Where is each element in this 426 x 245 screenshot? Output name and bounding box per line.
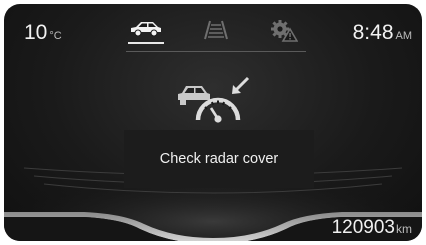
temperature-value: 10 (24, 21, 48, 44)
tab-lane-assist[interactable] (196, 20, 236, 46)
vehicle-settings-warning-icon (271, 20, 298, 42)
active-tab-indicator (128, 42, 164, 44)
display-bezel: 10 °C 8:48 AM Check radar cover 120903km (0, 0, 426, 245)
car-icon (131, 22, 161, 37)
lane-icon (204, 20, 228, 40)
temperature-unit: °C (49, 30, 62, 42)
clock: 8:48 AM (353, 21, 412, 45)
warning-message-panel: Check radar cover (124, 130, 314, 188)
clock-period: AM (395, 30, 413, 42)
status-bar: 10 °C 8:48 AM (4, 4, 422, 50)
radar-sensor-warning-icon (178, 76, 250, 123)
odometer-unit: km (396, 222, 412, 236)
odometer-value: 120903 (331, 217, 395, 238)
outside-temperature: 10 °C (24, 21, 62, 45)
odometer: 120903km (332, 217, 412, 239)
tab-vehicle[interactable] (126, 20, 166, 46)
cluster-screen: 10 °C 8:48 AM Check radar cover 120903km (4, 4, 422, 241)
warning-message: Check radar cover (159, 151, 279, 167)
tab-vehicle-settings[interactable] (264, 20, 304, 46)
clock-time: 8:48 (352, 21, 394, 44)
tab-divider (126, 51, 306, 52)
